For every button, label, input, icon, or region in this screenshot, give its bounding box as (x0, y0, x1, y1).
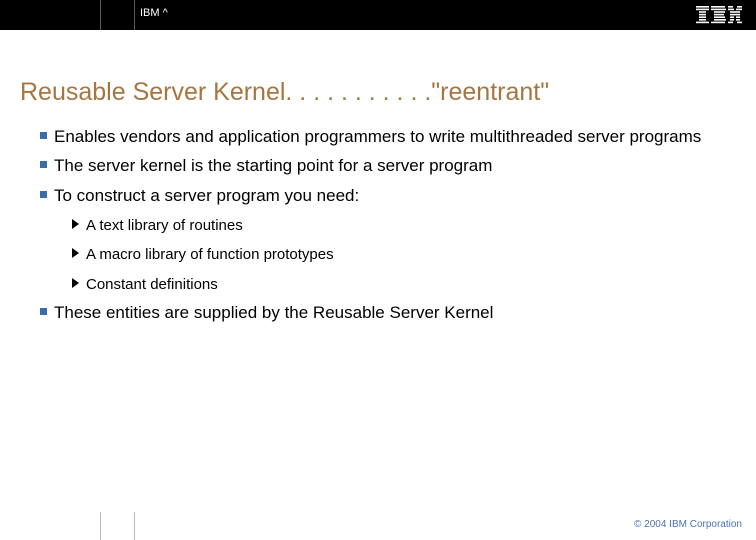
slide-title: Reusable Server Kernel. . . . . . . . . … (20, 78, 549, 107)
square-bullet-icon (40, 161, 47, 168)
slide: IBM ^ (0, 0, 756, 540)
sub-bullet-item: A macro library of function prototypes (20, 245, 720, 265)
footer-divider-outer (100, 512, 101, 540)
sub-bullet-text: Constant definitions (86, 276, 218, 293)
brand-text: IBM ^ (140, 7, 168, 19)
square-bullet-icon (40, 308, 47, 315)
top-divider-inner (134, 0, 135, 30)
top-divider-outer (100, 0, 101, 30)
bullet-text: These entities are supplied by the Reusa… (54, 303, 493, 322)
sub-bullet-text: A text library of routines (86, 217, 243, 234)
copyright-text: © 2004 IBM Corporation (634, 519, 742, 530)
bullet-item: To construct a server program you need: (20, 185, 720, 206)
sub-bullet-text: A macro library of function prototypes (86, 246, 334, 263)
ibm-logo-icon (696, 6, 742, 29)
triangle-bullet-icon (72, 219, 79, 229)
footer-divider-inner (134, 512, 135, 540)
square-bullet-icon (40, 132, 47, 139)
slide-body: Enables vendors and application programm… (20, 118, 720, 324)
sub-bullet-item: Constant definitions (20, 275, 720, 295)
bullet-item: Enables vendors and application programm… (20, 126, 720, 147)
bullet-text: Enables vendors and application programm… (54, 127, 701, 146)
sub-bullet-item: A text library of routines (20, 216, 720, 236)
top-bar: IBM ^ (0, 0, 756, 30)
bullet-text: The server kernel is the starting point … (54, 156, 492, 175)
triangle-bullet-icon (72, 248, 79, 258)
square-bullet-icon (40, 191, 47, 198)
bullet-item: The server kernel is the starting point … (20, 155, 720, 176)
bullet-item: These entities are supplied by the Reusa… (20, 302, 720, 323)
bullet-text: To construct a server program you need: (54, 186, 359, 205)
triangle-bullet-icon (72, 278, 79, 288)
